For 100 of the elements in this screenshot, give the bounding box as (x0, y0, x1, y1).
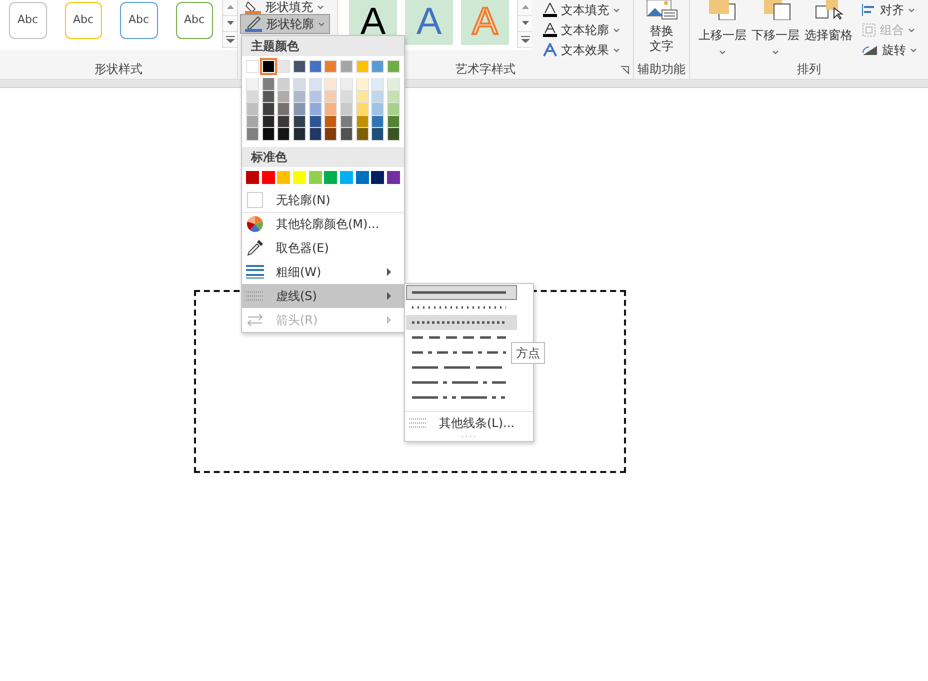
color-swatch[interactable] (356, 103, 369, 116)
color-swatch[interactable] (340, 103, 353, 116)
wordart-style-option[interactable]: A (405, 0, 453, 45)
dialog-launcher-icon[interactable] (621, 66, 629, 74)
color-swatch[interactable] (246, 128, 259, 141)
text-command-button[interactable]: 文本效果 (538, 40, 625, 60)
color-swatch[interactable] (371, 90, 384, 104)
color-swatch[interactable] (308, 90, 322, 104)
color-swatch[interactable] (340, 90, 353, 104)
gallery-more-button[interactable] (223, 32, 237, 48)
color-swatch[interactable] (324, 78, 338, 91)
menu-item[interactable]: 虚线(S) (242, 284, 404, 308)
color-swatch[interactable] (262, 116, 275, 128)
arrange-command-button[interactable]: 旋转 (857, 40, 922, 60)
color-swatch[interactable] (386, 116, 400, 128)
color-swatch[interactable] (324, 170, 338, 184)
color-swatch[interactable] (246, 78, 259, 91)
dash-style-option[interactable] (406, 315, 517, 330)
color-swatch[interactable] (277, 170, 290, 184)
scroll-up-button[interactable] (518, 0, 532, 16)
color-swatch[interactable] (246, 170, 259, 184)
color-swatch[interactable] (371, 78, 384, 91)
color-swatch[interactable] (308, 78, 322, 91)
color-swatch[interactable] (292, 90, 306, 104)
arrange-button[interactable]: 上移一层 (696, 0, 749, 60)
color-swatch[interactable] (386, 78, 400, 91)
dash-style-option[interactable] (406, 285, 517, 300)
color-swatch[interactable] (292, 78, 306, 91)
color-swatch[interactable] (356, 170, 369, 184)
scroll-down-button[interactable] (223, 16, 237, 32)
arrange-button[interactable]: 选择窗格 (802, 0, 855, 60)
menu-item[interactable]: 其他轮廓颜色(M)... (242, 212, 404, 236)
menu-item[interactable]: 粗细(W) (242, 260, 404, 284)
color-swatch[interactable] (277, 78, 290, 91)
color-swatch[interactable] (371, 170, 384, 184)
shape-style-option[interactable]: Abc (176, 2, 213, 39)
color-swatch[interactable] (308, 60, 322, 73)
shape-style-option[interactable]: Abc (9, 2, 46, 39)
color-swatch[interactable] (277, 116, 290, 128)
color-swatch[interactable] (308, 103, 322, 116)
color-swatch[interactable] (371, 103, 384, 116)
color-swatch[interactable] (386, 128, 400, 141)
color-swatch[interactable] (356, 78, 369, 91)
color-swatch[interactable] (356, 90, 369, 104)
shape-style-option[interactable]: Abc (64, 2, 102, 39)
color-swatch[interactable] (292, 170, 306, 184)
scroll-up-button[interactable] (223, 0, 237, 16)
color-swatch[interactable] (292, 60, 306, 73)
color-swatch[interactable] (246, 90, 259, 104)
color-swatch[interactable] (386, 170, 400, 184)
color-swatch[interactable] (324, 103, 338, 116)
color-swatch[interactable] (292, 103, 306, 116)
color-swatch[interactable] (340, 116, 353, 128)
color-swatch[interactable] (386, 90, 400, 104)
text-command-button[interactable]: 文本填充 (538, 0, 625, 20)
color-swatch[interactable] (308, 116, 322, 128)
menu-item[interactable]: 取色器(E) (242, 236, 404, 260)
color-swatch[interactable] (277, 60, 290, 73)
color-swatch[interactable] (308, 128, 322, 141)
alt-text-button[interactable]: 替换文字 (642, 0, 682, 60)
color-swatch[interactable] (386, 103, 400, 116)
color-swatch[interactable] (292, 116, 306, 128)
color-swatch[interactable] (277, 103, 290, 116)
color-swatch[interactable] (324, 90, 338, 104)
color-swatch[interactable] (246, 60, 259, 73)
color-swatch[interactable] (262, 78, 275, 91)
arrange-command-button[interactable]: 对齐 (857, 0, 922, 20)
color-swatch[interactable] (262, 103, 275, 116)
color-swatch[interactable] (371, 116, 384, 128)
color-swatch[interactable] (356, 60, 369, 73)
color-swatch[interactable] (262, 90, 275, 104)
color-swatch[interactable] (371, 60, 384, 73)
color-swatch[interactable] (340, 60, 353, 73)
gallery-more-button[interactable] (518, 32, 532, 48)
menu-item[interactable]: 无轮廓(N) (242, 188, 404, 212)
color-swatch[interactable] (246, 103, 259, 116)
color-swatch[interactable] (356, 128, 369, 141)
color-swatch[interactable] (340, 128, 353, 141)
color-swatch[interactable] (324, 116, 338, 128)
arrange-button[interactable]: 下移一层 (749, 0, 802, 60)
color-swatch[interactable] (356, 116, 369, 128)
color-swatch[interactable] (371, 128, 384, 141)
color-swatch[interactable] (340, 170, 353, 184)
color-swatch[interactable] (340, 78, 353, 91)
color-swatch[interactable] (246, 116, 259, 128)
color-swatch[interactable] (386, 60, 400, 73)
text-command-button[interactable]: 文本轮廓 (538, 20, 625, 40)
color-swatch[interactable] (262, 170, 275, 184)
shape-command-button[interactable]: 形状填充 (240, 0, 329, 14)
scroll-down-button[interactable] (518, 16, 532, 32)
color-swatch[interactable] (277, 128, 290, 141)
color-swatch[interactable] (262, 128, 275, 141)
shape-style-option[interactable]: Abc (120, 2, 158, 39)
color-swatch[interactable] (324, 128, 338, 141)
color-swatch[interactable] (277, 90, 290, 104)
color-swatch[interactable] (324, 60, 338, 73)
color-swatch[interactable] (308, 170, 322, 184)
color-swatch[interactable] (292, 128, 306, 141)
shape-command-button[interactable]: 形状轮廓 (240, 14, 330, 34)
menu-item[interactable]: 其他线条(L)... (405, 412, 533, 434)
